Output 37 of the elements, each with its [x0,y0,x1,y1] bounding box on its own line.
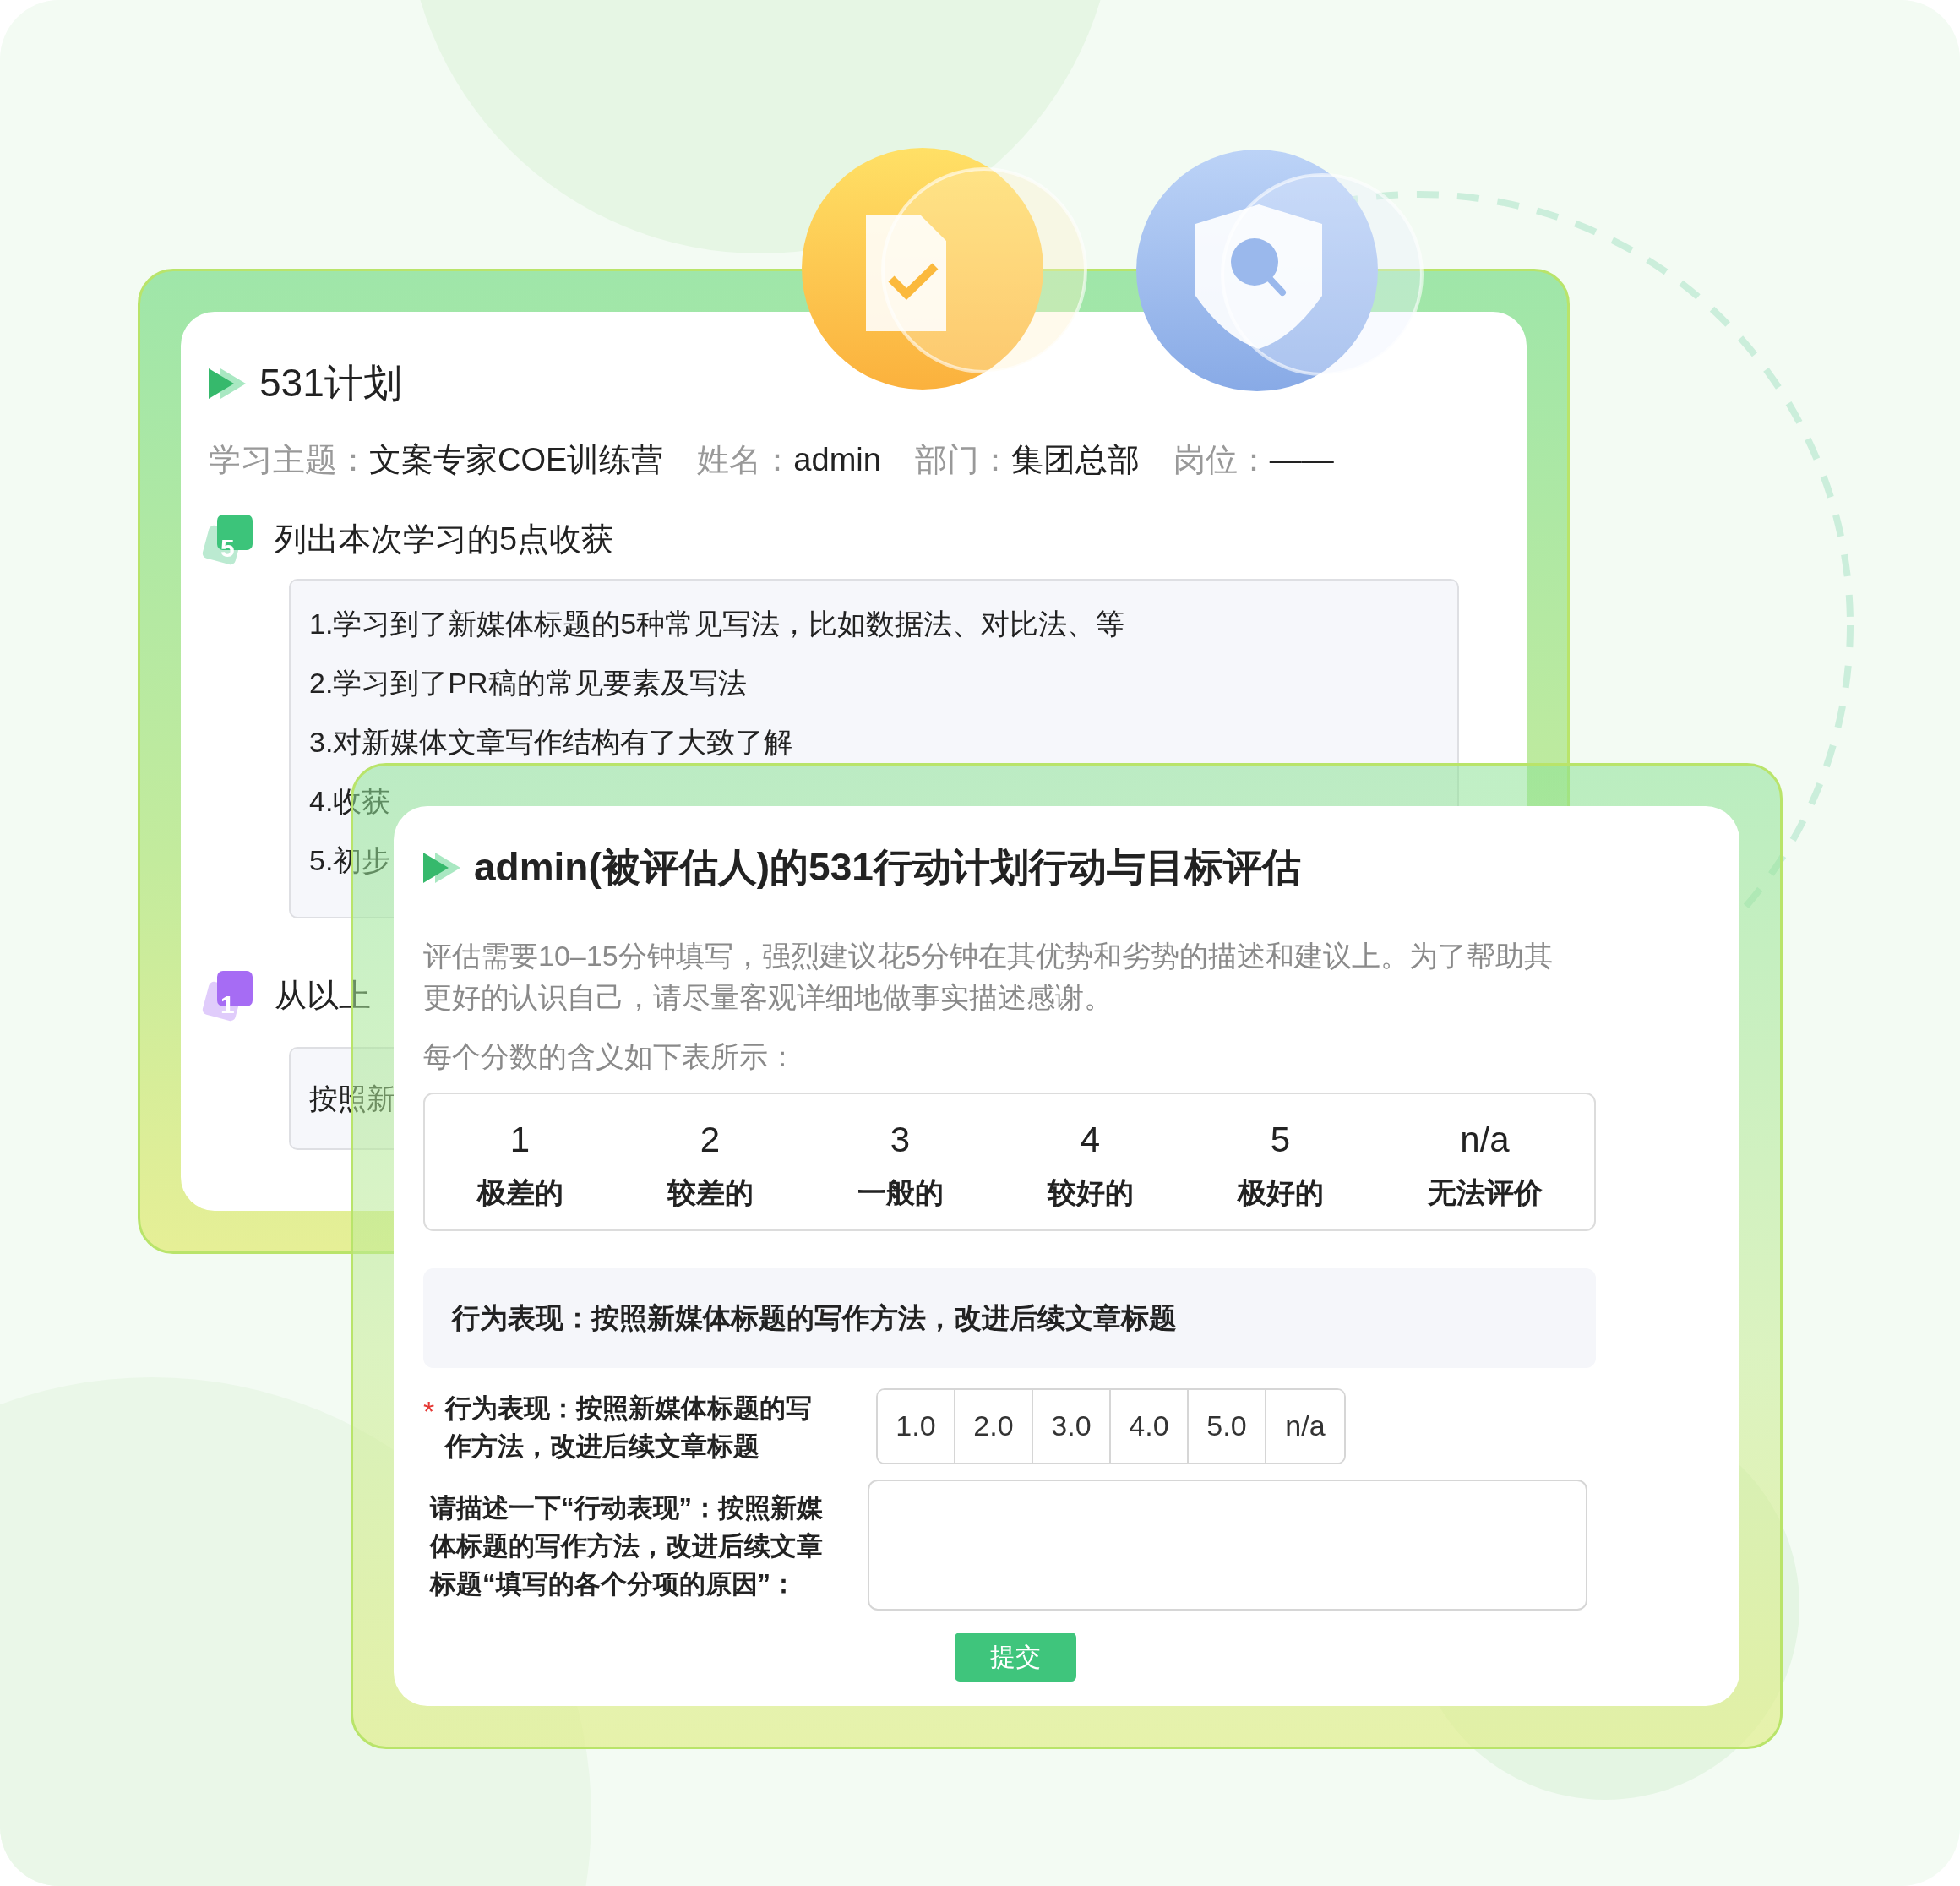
score-number: 4 [1079,1118,1102,1161]
section-heading: 列出本次学习的5点收获 [275,520,614,559]
answer-line: 3.对新媒体文章写作结构有了大致了解 [309,728,793,756]
score-meaning: 无法评价 [1426,1175,1544,1210]
score-meaning: 极好的 [1236,1175,1325,1210]
score-meaning: 较差的 [666,1175,754,1210]
required-mark: * [423,1393,436,1429]
card-title: admin(被评估人)的531行动计划行动与目标评估 [474,844,1301,891]
behavior-banner: 行为表现：按照新媒体标题的写作方法，改进后续文章标题 [423,1267,1596,1368]
card-title: 531计划 [259,360,402,406]
score-number: 5 [1269,1118,1292,1161]
field-label: 姓名： [697,441,794,479]
field-value: 文案专家COE训练营 [369,441,664,479]
score-meaning: 较好的 [1046,1175,1135,1210]
section-heading: 从以上 [275,976,371,1015]
play-icon [209,366,246,401]
field-label: 部门： [914,441,1011,479]
play-icon [423,850,460,885]
score-number: 3 [889,1118,912,1161]
field-value: 集团总部 [1010,441,1140,479]
scale-caption: 每个分数的含义如下表所示： [423,1038,798,1074]
reason-label: 请描述一下“行动表现”：按照新媒体标题的写作方法，改进后续文章标题“填写的各个分项的原因”： [430,1491,824,1600]
field-label: 学习主题： [209,441,369,479]
rating-label: 行为表现：按照新媒体标题的写作方法，改进后续文章标题 [445,1392,813,1463]
intro-text: 评估需要10–15分钟填写，强烈建议花5分钟在其优势和劣势的描述和建议上。为了帮助其更好的认识自己，请尽量客观详细地做事实描述感谢。 [423,939,1554,1016]
score-meaning: 一般的 [856,1175,945,1210]
field-value: —— [1269,441,1334,479]
score-meaning: 极差的 [476,1175,564,1210]
answer-line: 1.学习到了新媒体标题的5种常见写法，比如数据法、对比法、等 [309,609,1125,638]
answer-line: 2.学习到了PR稿的常见要素及写法 [309,668,747,697]
score-number: 1 [509,1118,531,1161]
reason-field[interactable] [868,1479,1587,1611]
score-number: 2 [699,1118,721,1161]
field-value: admin [793,441,881,479]
field-label: 岗位： [1173,441,1270,479]
rating-option[interactable]: 1.0 [878,1389,956,1463]
score-number: n/a [1459,1118,1511,1161]
